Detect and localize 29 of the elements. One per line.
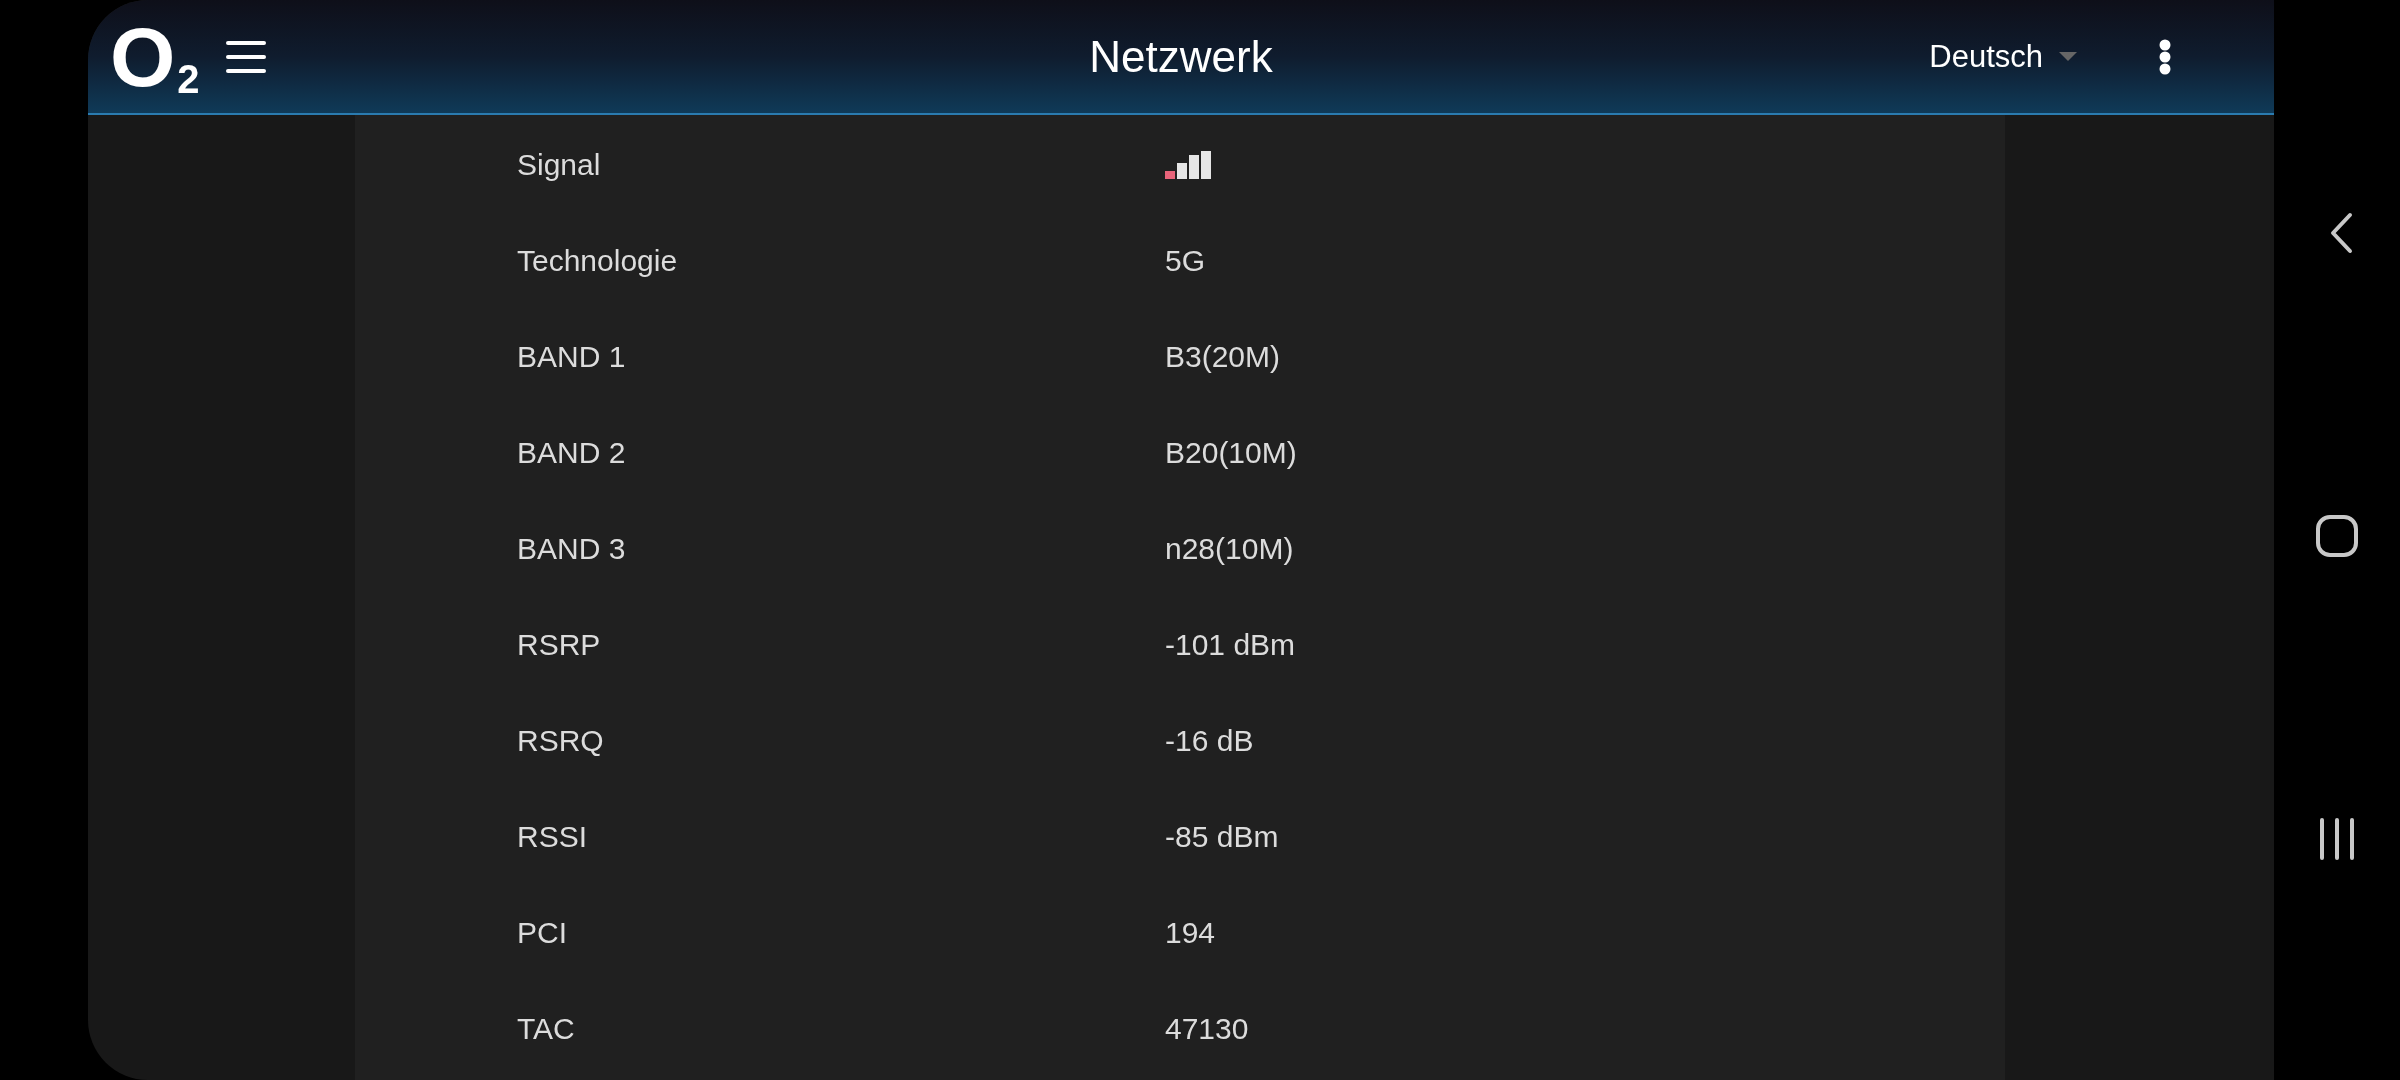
- menu-icon[interactable]: [225, 40, 266, 73]
- field-value: -85 dBm: [1165, 820, 1279, 854]
- field-label: BAND 2: [517, 436, 627, 470]
- field-value: B20(10M): [1165, 436, 1297, 470]
- field-label: BAND 1: [517, 340, 627, 374]
- page-title: Netzwerk: [1088, 31, 1274, 82]
- field-value: 194: [1165, 916, 1216, 950]
- field-label: PCI: [517, 916, 568, 950]
- field-label: RSSI: [517, 820, 589, 854]
- field-value: -16 dB: [1165, 724, 1254, 758]
- field-value: -101 dBm: [1165, 628, 1296, 662]
- recent-apps-icon[interactable]: [2317, 818, 2357, 860]
- field-label: RSRP: [517, 628, 602, 662]
- field-label: TAC: [517, 1012, 576, 1046]
- field-value: n28(10M): [1165, 532, 1294, 566]
- field-value: B3(20M): [1165, 340, 1281, 374]
- field-label: BAND 3: [517, 532, 627, 566]
- logo: O$_{2}$: [110, 14, 200, 99]
- home-icon[interactable]: [2315, 514, 2359, 558]
- more-options-icon[interactable]: [2159, 38, 2171, 75]
- back-icon[interactable]: [2329, 212, 2353, 254]
- language-dropdown[interactable]: Deutsch: [1929, 38, 2077, 75]
- field-value: 47130: [1165, 1012, 1249, 1046]
- field-label: Technologie: [517, 244, 679, 278]
- field-label: Signal: [517, 148, 602, 182]
- signal-icon: [1165, 151, 1213, 179]
- caret-icon: [2059, 52, 2077, 61]
- field-label: RSRQ: [517, 724, 605, 758]
- field-value: 5G: [1165, 244, 1206, 278]
